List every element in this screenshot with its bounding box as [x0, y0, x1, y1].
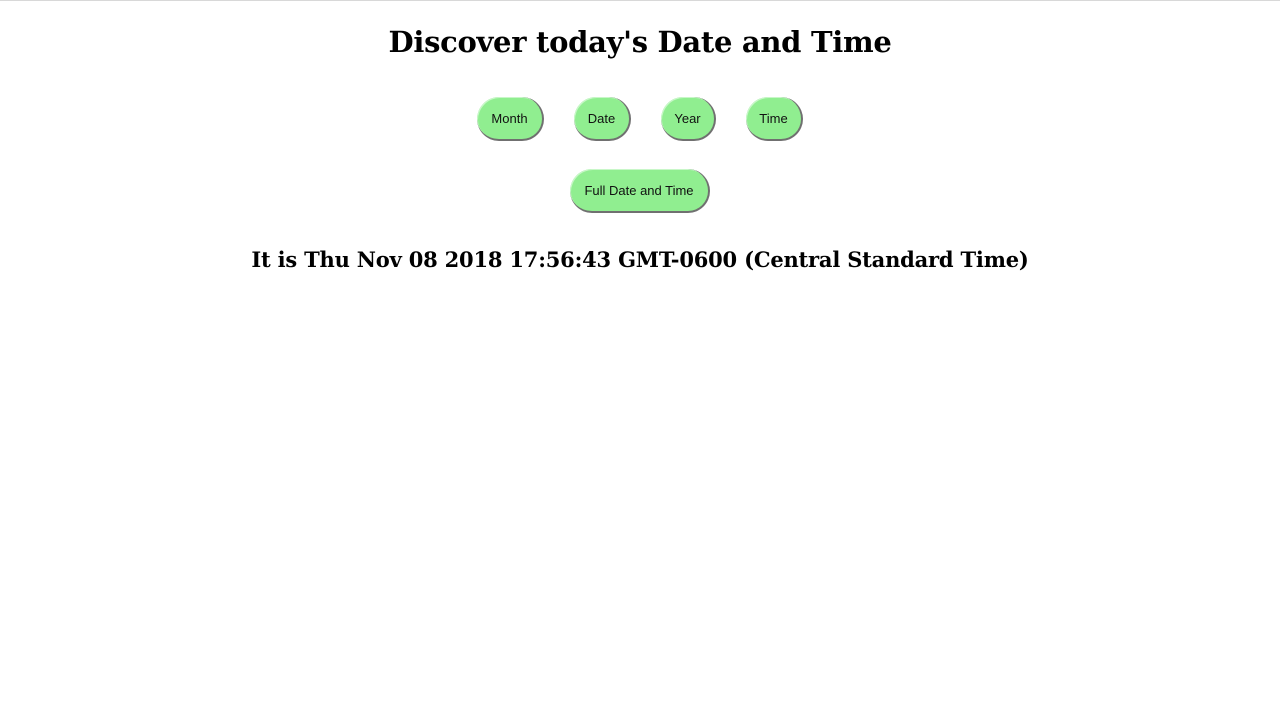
- full-date-and-time-button[interactable]: Full Date and Time: [570, 169, 710, 213]
- month-button[interactable]: Month: [477, 97, 544, 141]
- time-button[interactable]: Time: [746, 97, 803, 141]
- page-title: Discover today's Date and Time: [388, 25, 892, 59]
- year-button[interactable]: Year: [661, 97, 716, 141]
- component-button-row: Month Date Year Time: [0, 97, 1280, 141]
- full-button-row: Full Date and Time: [0, 169, 1280, 213]
- page: Discover today's Date and Time Month Dat…: [0, 1, 1280, 705]
- date-button[interactable]: Date: [574, 97, 631, 141]
- result-output: It is Thu Nov 08 2018 17:56:43 GMT-0600 …: [251, 247, 1029, 272]
